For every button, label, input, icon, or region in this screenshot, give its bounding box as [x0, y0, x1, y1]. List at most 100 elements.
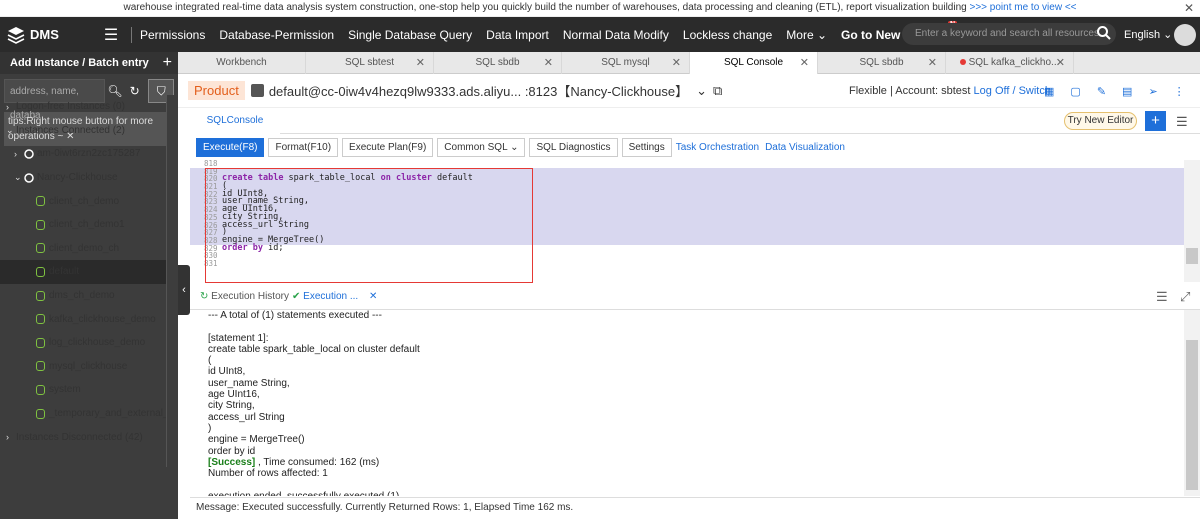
- workspace-tab[interactable]: SQL sbdb ✕: [818, 52, 946, 74]
- scroll-thumb[interactable]: [1186, 340, 1198, 490]
- workspace-tab[interactable]: SQL Console ✕: [690, 52, 818, 74]
- nav-divider: [131, 26, 132, 43]
- banner-link[interactable]: >>> point me to view <<: [970, 2, 1077, 13]
- close-icon[interactable]: ✕: [800, 52, 809, 74]
- tab-label: Workbench: [216, 57, 267, 68]
- results-tabbar: ↻ Execution History ✔ Execution ... ✕ ☰ …: [190, 286, 1200, 310]
- close-icon[interactable]: ✕: [416, 52, 425, 74]
- time-consumed: , Time consumed: 162 (ms): [255, 456, 380, 468]
- clickhouse-icon: [250, 84, 264, 97]
- format-button[interactable]: Format(F10): [268, 137, 339, 157]
- nav-normal-data-modify[interactable]: Normal Data Modify: [563, 28, 669, 42]
- execute-plan-button[interactable]: Execute Plan(F9): [342, 137, 434, 157]
- document-icon[interactable]: ▤: [1122, 85, 1132, 98]
- language-selector[interactable]: English ⌄: [1124, 28, 1172, 41]
- nav-lockless-change[interactable]: Lockless change: [683, 28, 772, 42]
- avatar[interactable]: [1174, 24, 1196, 46]
- add-console-button[interactable]: +: [1145, 111, 1166, 131]
- search-icon[interactable]: [1096, 25, 1112, 50]
- close-icon[interactable]: ✕: [1056, 52, 1065, 74]
- history-tab-label: Execution History: [211, 291, 289, 302]
- tree-item-label: system: [49, 384, 81, 396]
- workspace-tab[interactable]: SQL mysql ✕: [562, 52, 690, 74]
- tree-database-item[interactable]: _temporary_and_external_ta: [0, 402, 178, 426]
- collapse-sidebar-icon[interactable]: ‹: [178, 265, 190, 315]
- settings-button[interactable]: Settings: [621, 137, 672, 157]
- scroll-thumb[interactable]: [1186, 248, 1198, 264]
- instance-selector[interactable]: default@cc-0iw4v4hezq9lw9333.ads.aliyu..…: [250, 81, 722, 100]
- tree-database-item[interactable]: client_demo_ch: [0, 237, 178, 261]
- nav-data-import[interactable]: Data Import: [486, 28, 549, 42]
- instance-bar: Product default@cc-0iw4v4hezq9lw9333.ads…: [178, 74, 1200, 108]
- nav-database-permission[interactable]: Database-Permission: [219, 28, 334, 42]
- sql-diagnostics-button[interactable]: SQL Diagnostics: [529, 137, 618, 157]
- editor-scrollbar[interactable]: [1184, 160, 1200, 282]
- table-icon[interactable]: ▦: [1044, 85, 1054, 98]
- instance-tools: ▦ ▢ ✎ ▤ ➢ ⋮: [1044, 85, 1185, 98]
- tree-item-label: kafka_clickhouse_demo: [49, 313, 156, 325]
- tab-execution-history[interactable]: ↻ Execution History: [200, 291, 289, 302]
- chevron-right-icon[interactable]: ›: [14, 149, 24, 159]
- close-icon[interactable]: ✕: [544, 52, 553, 74]
- tree-group-item[interactable]: ⌄ Instances Connected (2): [0, 119, 178, 143]
- nav-single-database-query[interactable]: Single Database Query: [348, 28, 472, 42]
- results-scrollbar[interactable]: [1184, 310, 1200, 496]
- tree-database-item[interactable]: default: [0, 260, 178, 284]
- tree-instance-item[interactable]: › am-0iwt6rzn2zc175287: [0, 142, 178, 166]
- tab-sqlconsole[interactable]: SQLConsole: [190, 108, 280, 134]
- sidebar-scrollbar[interactable]: [166, 95, 178, 467]
- try-new-editor-button[interactable]: Try New Editor: [1064, 112, 1137, 130]
- chevron-down-icon[interactable]: ⌄: [6, 125, 16, 136]
- close-icon[interactable]: ✕: [369, 291, 377, 302]
- tree-database-item[interactable]: mysql_clickhouse: [0, 355, 178, 379]
- add-instance-label[interactable]: Add Instance / Batch entry: [10, 57, 149, 69]
- chevron-right-icon[interactable]: ›: [6, 432, 16, 442]
- execute-button[interactable]: Execute(F8): [196, 137, 265, 157]
- tree-database-item[interactable]: system: [0, 378, 178, 402]
- workspace-tab[interactable]: Workbench: [178, 52, 306, 74]
- workspace-tab[interactable]: SQL kafka_clickho... ✕: [946, 52, 1074, 74]
- menu-icon[interactable]: ☰: [95, 25, 127, 45]
- close-icon[interactable]: ✕: [672, 52, 681, 74]
- list-icon[interactable]: ☰: [1156, 289, 1168, 305]
- tree-database-item[interactable]: dms_ch_demo: [0, 284, 178, 308]
- chevron-down-icon[interactable]: ⌄: [14, 172, 24, 183]
- global-search-input[interactable]: Enter a keyword and search all resources: [902, 23, 1116, 45]
- tree-instance-item[interactable]: ⌄ Nancy-Clickhouse: [0, 166, 178, 190]
- more-icon[interactable]: ⋮: [1174, 85, 1185, 98]
- tree-group-item[interactable]: › Instances Disconnected (42): [0, 425, 178, 449]
- chevron-right-icon[interactable]: ›: [6, 102, 16, 112]
- expand-icon[interactable]: ⤢: [1180, 289, 1190, 305]
- menu-icon[interactable]: ☰: [1176, 114, 1188, 130]
- copy-icon[interactable]: ⧉: [713, 83, 722, 99]
- task-orchestration-link[interactable]: Task Orchestration: [676, 142, 759, 153]
- tree-item-label: client_demo_ch: [49, 242, 120, 254]
- result-line: --- A total of (1) statements executed -…: [208, 310, 382, 321]
- tree-group-item[interactable]: › Logon-free Instances (0): [0, 95, 178, 119]
- tab-execution[interactable]: ✔ Execution ... ✕: [292, 291, 377, 302]
- nav-more-label: More: [786, 27, 814, 42]
- data-visualization-link[interactable]: Data Visualization: [765, 142, 845, 153]
- workspace-tab[interactable]: SQL sbtest ✕: [306, 52, 434, 74]
- tree-database-item[interactable]: client_ch_demo: [0, 189, 178, 213]
- tab-label: SQL sbdb: [475, 57, 520, 68]
- add-icon[interactable]: +: [163, 54, 172, 72]
- edit-icon[interactable]: ✎: [1097, 85, 1106, 98]
- tree-database-item[interactable]: log_clickhouse_demo: [0, 331, 178, 355]
- workspace-tab[interactable]: SQL sbdb ✕: [434, 52, 562, 74]
- code-line: 818: [190, 160, 1184, 168]
- close-icon[interactable]: ✕: [1184, 0, 1194, 16]
- nav-permissions[interactable]: Permissions: [140, 28, 205, 42]
- send-icon[interactable]: ➢: [1148, 85, 1157, 98]
- database-icon: [36, 243, 45, 254]
- tree-database-item[interactable]: kafka_clickhouse_demo: [0, 307, 178, 331]
- nav-more[interactable]: More ⌄: [786, 28, 827, 42]
- close-icon[interactable]: ✕: [928, 52, 937, 74]
- tree-database-item[interactable]: client_ch_demo1: [0, 213, 178, 237]
- common-sql-button[interactable]: Common SQL ⌄: [437, 137, 526, 157]
- tab-label: SQL Console: [723, 57, 784, 68]
- logo[interactable]: DMS: [0, 26, 95, 44]
- logoff-link[interactable]: Log Off / Switch: [974, 85, 1051, 97]
- chat-icon[interactable]: ▢: [1070, 85, 1080, 98]
